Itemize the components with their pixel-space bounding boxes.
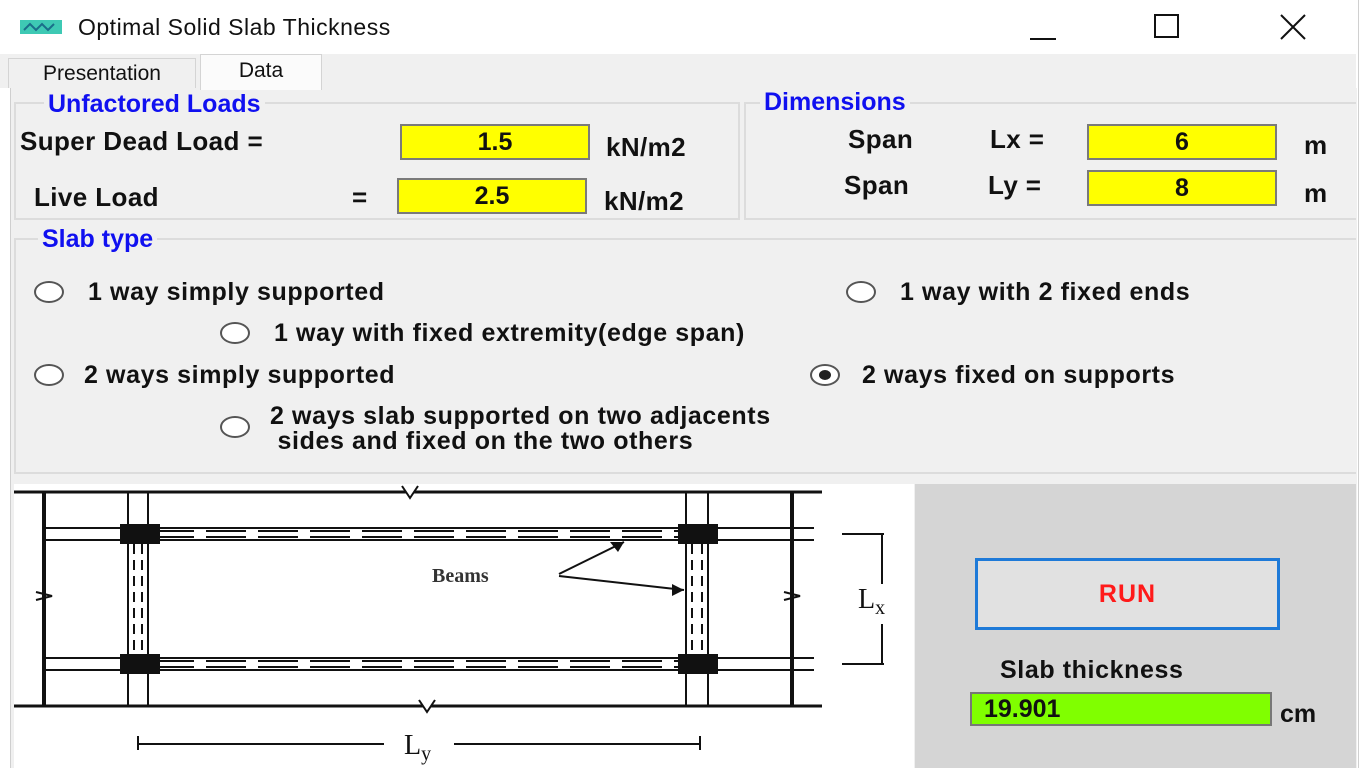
unfactored-loads-legend: Unfactored Loads xyxy=(44,91,265,117)
window-edge xyxy=(1358,0,1359,768)
close-icon xyxy=(1280,14,1306,40)
tab-presentation[interactable]: Presentation xyxy=(8,58,196,88)
tab-data[interactable]: Data xyxy=(200,54,322,90)
slab-thickness-output[interactable]: 19.901 xyxy=(970,692,1272,726)
ly-input[interactable]: 8 xyxy=(1087,170,1277,206)
radio-2ways-fixed-on-supports[interactable] xyxy=(810,364,840,386)
beams-label: Beams xyxy=(432,565,489,587)
lx-unit: m xyxy=(1304,130,1328,160)
option-2ways-simply-supported-label[interactable]: 2 ways simply supported xyxy=(84,362,395,388)
minimize-icon xyxy=(1030,38,1056,40)
super-dead-load-input[interactable]: 1.5 xyxy=(400,124,590,160)
radio-1way-2-fixed-ends[interactable] xyxy=(846,281,876,303)
close-button[interactable] xyxy=(1260,0,1326,54)
option-1way-2-fixed-ends-label[interactable]: 1 way with 2 fixed ends xyxy=(900,279,1190,305)
lx-diagram-label: Lx xyxy=(858,584,885,619)
slab-thickness-unit: cm xyxy=(1280,700,1317,728)
run-button[interactable]: RUN xyxy=(975,558,1280,630)
radio-2ways-adjacent-sides[interactable] xyxy=(220,416,250,438)
option-2ways-adjacent-sides-label-line1[interactable]: 2 ways slab supported on two adjacents xyxy=(270,403,771,429)
dead-load-unit: kN/m2 xyxy=(606,132,687,162)
live-load-equals: = xyxy=(352,182,368,212)
option-1way-simply-supported-label[interactable]: 1 way simply supported xyxy=(88,279,385,305)
live-load-unit: kN/m2 xyxy=(604,186,685,216)
lx-input[interactable]: 6 xyxy=(1087,124,1277,160)
minimize-button[interactable] xyxy=(1010,0,1076,54)
option-2ways-fixed-on-supports-label[interactable]: 2 ways fixed on supports xyxy=(862,362,1175,388)
slab-thickness-label: Slab thickness xyxy=(1000,656,1184,684)
app-icon xyxy=(20,20,62,34)
dimensions-legend: Dimensions xyxy=(760,89,910,115)
maximize-icon xyxy=(1154,14,1179,38)
slab-plan-drawing: Beams Lx Ly xyxy=(14,485,885,765)
option-1way-fixed-extremity-label[interactable]: 1 way with fixed extremity(edge span) xyxy=(274,320,745,346)
option-2ways-adjacent-sides-label-line2[interactable]: sides and fixed on the two others xyxy=(270,428,693,454)
radio-1way-simply-supported[interactable] xyxy=(34,281,64,303)
lx-span-label: Span xyxy=(848,124,914,154)
ly-unit: m xyxy=(1304,178,1328,208)
window-title: Optimal Solid Slab Thickness xyxy=(78,14,391,40)
super-dead-load-label: Super Dead Load = xyxy=(20,126,264,156)
maximize-button[interactable] xyxy=(1134,0,1200,54)
ly-span-label: Span xyxy=(844,170,910,200)
live-load-label: Live Load xyxy=(34,182,159,212)
slab-diagram: Beams Lx Ly xyxy=(14,484,914,768)
slab-type-legend: Slab type xyxy=(38,226,158,252)
radio-1way-fixed-extremity[interactable] xyxy=(220,322,250,344)
radio-2ways-simply-supported[interactable] xyxy=(34,364,64,386)
lx-label: Lx = xyxy=(990,124,1045,154)
live-load-input[interactable]: 2.5 xyxy=(397,178,587,214)
ly-label: Ly = xyxy=(988,170,1042,200)
ly-diagram-label: Ly xyxy=(404,730,431,765)
